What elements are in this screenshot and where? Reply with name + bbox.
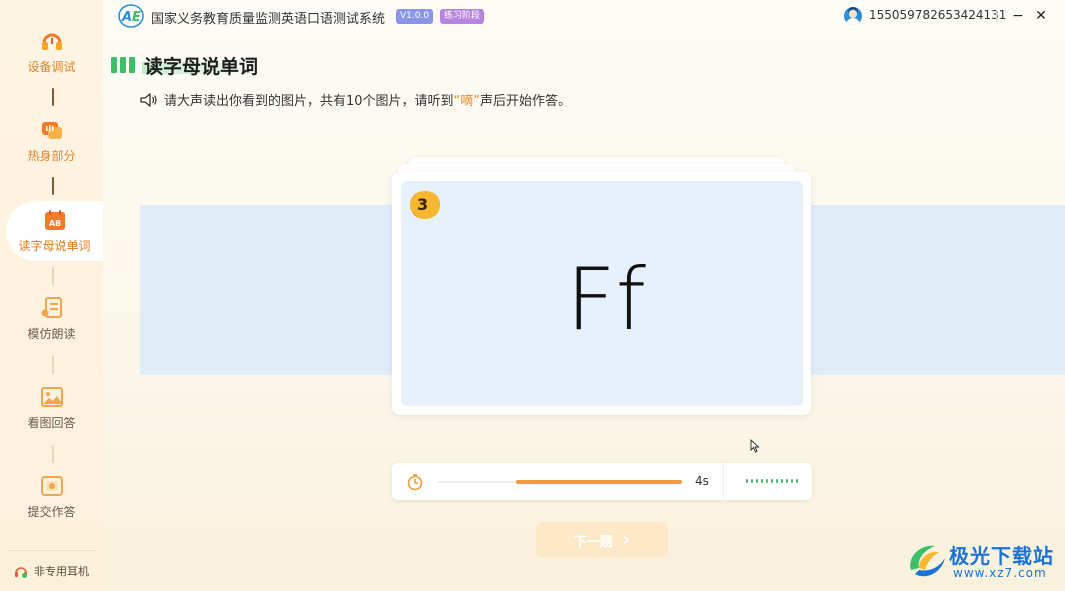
headset-icon [41,33,62,50]
sidebar-item-label: 看图回答 [27,416,76,430]
question-number: 3 [417,195,429,214]
sidebar-item-label: 读字母说单词 [18,239,91,253]
recording-level-indicator [746,479,798,483]
minimize-button[interactable]: − [1006,4,1030,28]
sidebar-item-read-letters[interactable]: AB 读字母说单词 [6,201,103,261]
voice-chat-icon [41,122,62,139]
sidebar-divider [8,550,96,551]
app-logo: A E [118,4,144,28]
close-button[interactable]: ✕ [1029,4,1053,28]
sidebar-item-label: 提交作答 [27,505,76,519]
picture-icon [40,387,63,407]
title-bar: A E 国家义务教育质量监测英语口语测试系统 V1.0.0 练习阶段 15505… [103,0,1065,34]
step-connector [52,88,54,106]
headset-status: 非专用耳机 [14,563,89,579]
page-title: 读字母说单词 [144,56,259,78]
sidebar-item-imitate-reading[interactable]: 模仿朗读 [0,289,103,349]
user-id: 155059782653424131 [869,8,1007,22]
mouse-cursor-icon [750,439,760,453]
stopwatch-icon [407,474,423,491]
headset-status-label: 非专用耳机 [34,565,89,578]
read-aloud-icon [41,297,62,318]
beep-highlight: “嘀” [453,94,481,109]
step-connector [52,445,54,463]
version-badge: V1.0.0 [396,9,434,24]
timer-remaining: 4s [695,474,709,488]
stage-badge: 练习阶段 [440,9,485,24]
svg-text:E: E [132,10,141,25]
sidebar: 设备调试 热身部分 AB 读字母说单词 模仿朗读 看图回答 提交作答 非专用耳机 [0,0,103,591]
question-card: 3 Ff [392,172,811,415]
title-separator [996,10,997,23]
headset-warning-icon [15,566,27,578]
step-connector [52,356,54,374]
timer-progress [516,480,682,484]
sidebar-item-submit[interactable]: 提交作答 [0,467,103,527]
sidebar-item-label: 设备调试 [27,60,76,74]
sidebar-item-warmup[interactable]: 热身部分 [0,111,103,171]
user-icon [846,7,860,25]
svg-text:A: A [121,10,132,25]
question-card-content: 3 Ff [401,181,803,406]
letter-text: Ff [566,251,646,341]
step-connector [52,267,54,285]
timer-bar: 4s [392,463,812,500]
letter-display: Ff [566,251,646,341]
chevron-right-icon: › [622,529,631,550]
instruction: 请大声读出你看到的图片，共有10个图片，请听到 “嘀” 声后开始作答。 [140,90,571,109]
submit-icon [40,476,63,496]
instruction-text-end: 声后开始作答。 [480,94,572,109]
sidebar-item-picture-answer[interactable]: 看图回答 [0,378,103,438]
watermark-logo-icon [910,545,945,577]
sidebar-item-label: 热身部分 [27,149,76,163]
watermark-url: www.xz7.com [953,566,1047,580]
ab-calendar-icon: AB [44,210,65,230]
instruction-text: 请大声读出你看到的图片，共有10个图片，请听到 [164,94,454,109]
watermark: 极光下载站 www.xz7.com [905,538,1060,584]
next-question-button[interactable]: 下一题 › [536,522,668,558]
app-title: 国家义务教育质量监测英语口语测试系统 [151,12,386,27]
watermark-title: 极光下载站 [949,544,1054,568]
svg-text:AB: AB [48,219,60,228]
section-marker [111,57,135,73]
speaker-icon [140,92,157,107]
avatar[interactable] [844,7,862,25]
sidebar-item-label: 模仿朗读 [27,327,76,341]
sidebar-item-device-test[interactable]: 设备调试 [0,22,103,82]
step-connector [52,177,54,195]
timer-divider [723,463,724,500]
next-button-label: 下一题 [573,534,613,550]
